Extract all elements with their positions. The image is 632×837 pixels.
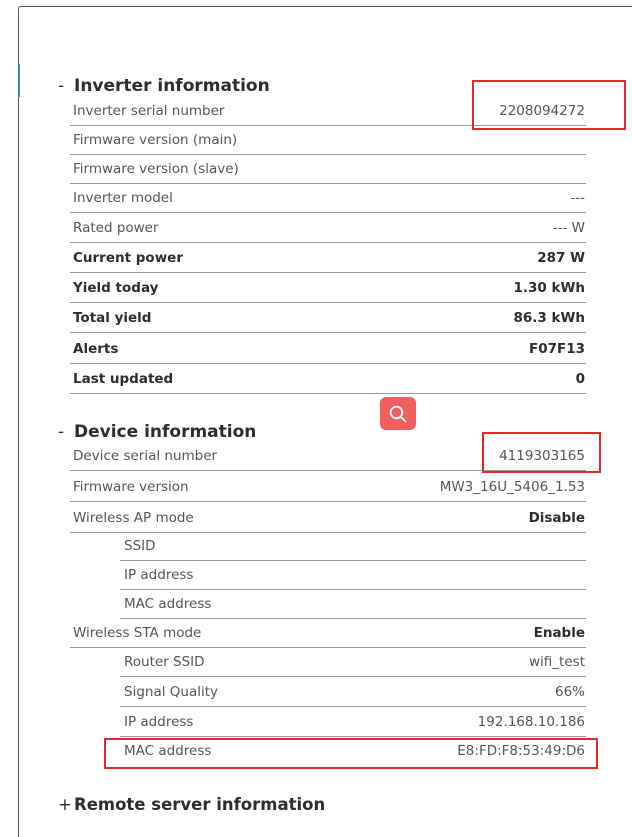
row-label: IP address: [124, 567, 194, 583]
highlight-box: [472, 80, 626, 130]
collapse-toggle[interactable]: -: [58, 76, 74, 96]
row-value: 192.168.10.186: [477, 714, 585, 730]
info-row: IP address 192.168.10.186: [120, 707, 586, 737]
info-row: Alerts F07F13: [70, 334, 586, 364]
row-value: F07F13: [528, 341, 585, 357]
row-label: Firmware version: [73, 479, 189, 495]
search-icon: [389, 405, 407, 422]
row-value: 1.30 kWh: [513, 280, 586, 296]
row-label: Router SSID: [124, 654, 205, 670]
row-value: MW3_16U_5406_1.53: [439, 479, 585, 495]
info-row: Firmware version (slave): [70, 154, 586, 184]
info-row: Total yield 86.3 kWh: [70, 303, 586, 333]
info-row: SSID: [120, 531, 586, 561]
row-value: Enable: [533, 625, 585, 641]
info-row: Firmware version MW3_16U_5406_1.53: [70, 472, 586, 502]
highlight-box: [104, 738, 598, 769]
row-label: Inverter model: [73, 190, 173, 206]
accent-edge: [18, 64, 20, 97]
row-label: Alerts: [73, 341, 119, 357]
info-row: Last updated 0: [70, 364, 586, 394]
row-label: Inverter serial number: [73, 103, 225, 119]
row-label: Firmware version (slave): [73, 161, 239, 177]
remote-section-header[interactable]: + Remote server information: [58, 795, 325, 814]
info-row: Rated power --- W: [70, 213, 586, 243]
row-label: Yield today: [73, 280, 159, 296]
device-section-header[interactable]: - Device information: [58, 422, 256, 442]
info-row: Yield today 1.30 kWh: [70, 273, 586, 303]
inverter-section-header[interactable]: - Inverter information: [58, 76, 270, 96]
row-label: Wireless AP mode: [73, 510, 194, 526]
row-label: Firmware version (main): [73, 132, 238, 148]
row-label: Rated power: [73, 220, 159, 236]
row-label: Total yield: [73, 310, 152, 326]
row-label: Signal Quality: [124, 684, 218, 700]
row-label: Current power: [73, 250, 183, 266]
row-value: 0: [575, 371, 585, 387]
section-title: Remote server information: [74, 795, 326, 814]
row-value: 287 W: [537, 250, 585, 266]
row-value: wifi_test: [529, 654, 585, 670]
highlight-box: [482, 432, 601, 473]
info-row: Wireless AP mode Disable: [70, 503, 586, 533]
info-row: Wireless STA mode Enable: [70, 618, 586, 648]
row-label: Wireless STA mode: [73, 625, 202, 641]
row-value: --- W: [552, 220, 585, 236]
row-label: Last updated: [73, 371, 174, 387]
section-title: Device information: [74, 422, 257, 442]
row-value: 86.3 kWh: [513, 310, 586, 326]
search-button[interactable]: [380, 397, 416, 430]
section-title: Inverter information: [74, 76, 270, 96]
info-row: Router SSID wifi_test: [120, 647, 586, 677]
row-value: Disable: [528, 510, 585, 526]
row-label: SSID: [124, 538, 156, 554]
row-value: ---: [570, 190, 585, 206]
info-row: IP address: [120, 560, 586, 590]
info-row: Inverter model ---: [70, 183, 586, 213]
collapse-toggle[interactable]: -: [58, 422, 74, 442]
row-label: Device serial number: [73, 448, 218, 464]
info-row: MAC address: [120, 589, 586, 619]
expand-toggle[interactable]: +: [58, 795, 74, 814]
info-row: Signal Quality 66%: [120, 677, 586, 707]
row-label: IP address: [124, 714, 194, 730]
info-row: Current power 287 W: [70, 243, 586, 273]
row-value: 66%: [554, 684, 585, 700]
row-label: MAC address: [124, 596, 212, 612]
